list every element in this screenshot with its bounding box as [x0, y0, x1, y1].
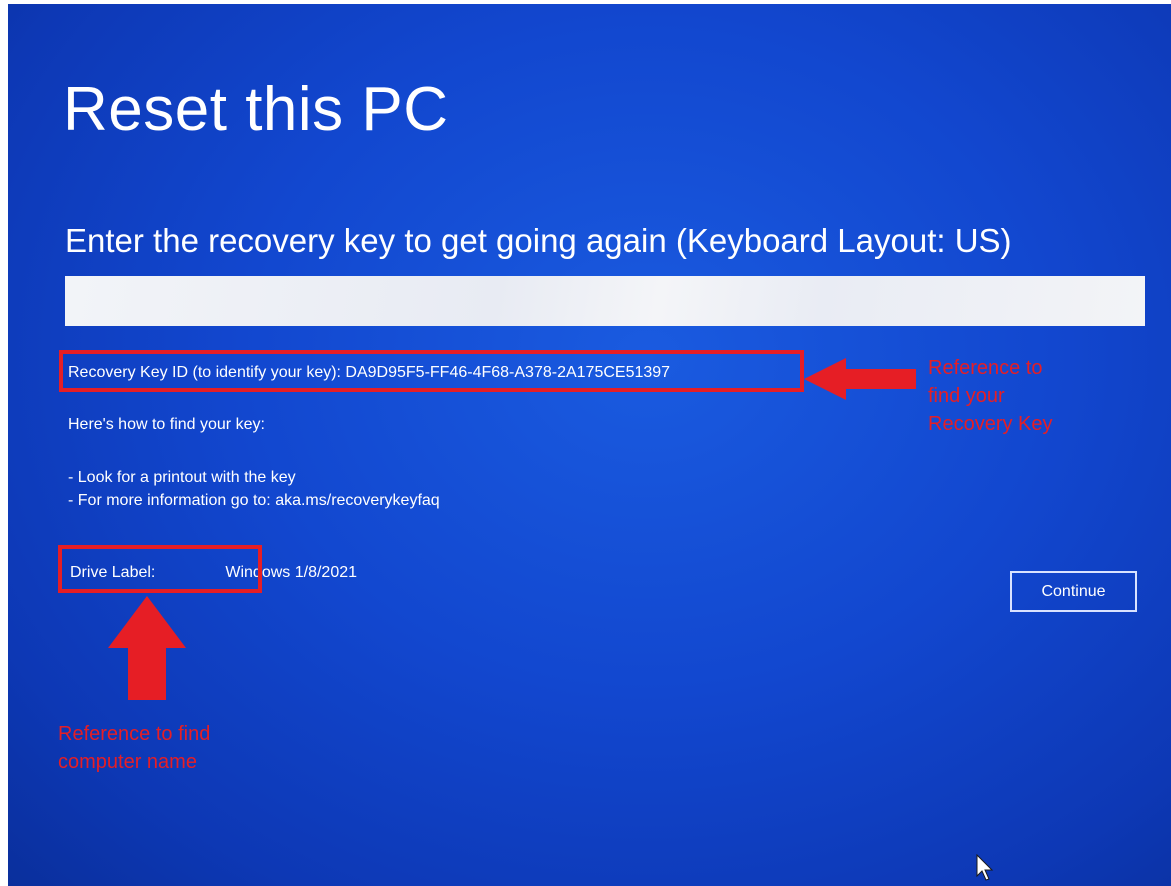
key-reference-annotation: Reference to find your Recovery Key	[928, 354, 1053, 438]
recovery-screen: Reset this PC Enter the recovery key to …	[8, 4, 1171, 886]
annotation-line: Reference to	[928, 357, 1043, 379]
annotation-line: computer name	[58, 751, 197, 773]
howto-heading: Here's how to find your key:	[68, 416, 265, 433]
left-arrow-icon	[804, 358, 916, 400]
annotation-line: Recovery Key	[928, 413, 1053, 435]
page-title: Reset this PC	[63, 75, 449, 144]
recovery-key-input[interactable]	[65, 276, 1145, 326]
drive-reference-annotation: Reference to find computer name	[58, 720, 210, 776]
howto-bullet-faq: - For more information go to: aka.ms/rec…	[68, 492, 440, 509]
mouse-pointer-icon	[976, 854, 994, 881]
annotation-line: find your	[928, 385, 1005, 407]
annotation-line: Reference to find	[58, 723, 211, 745]
continue-button[interactable]: Continue	[1010, 571, 1137, 612]
recovery-key-highlight-box	[59, 350, 804, 392]
howto-bullet-printout: - Look for a printout with the key	[68, 469, 296, 486]
up-arrow-icon	[108, 596, 186, 700]
drive-label-highlight-box	[58, 545, 262, 593]
recovery-prompt: Enter the recovery key to get going agai…	[65, 222, 1012, 259]
